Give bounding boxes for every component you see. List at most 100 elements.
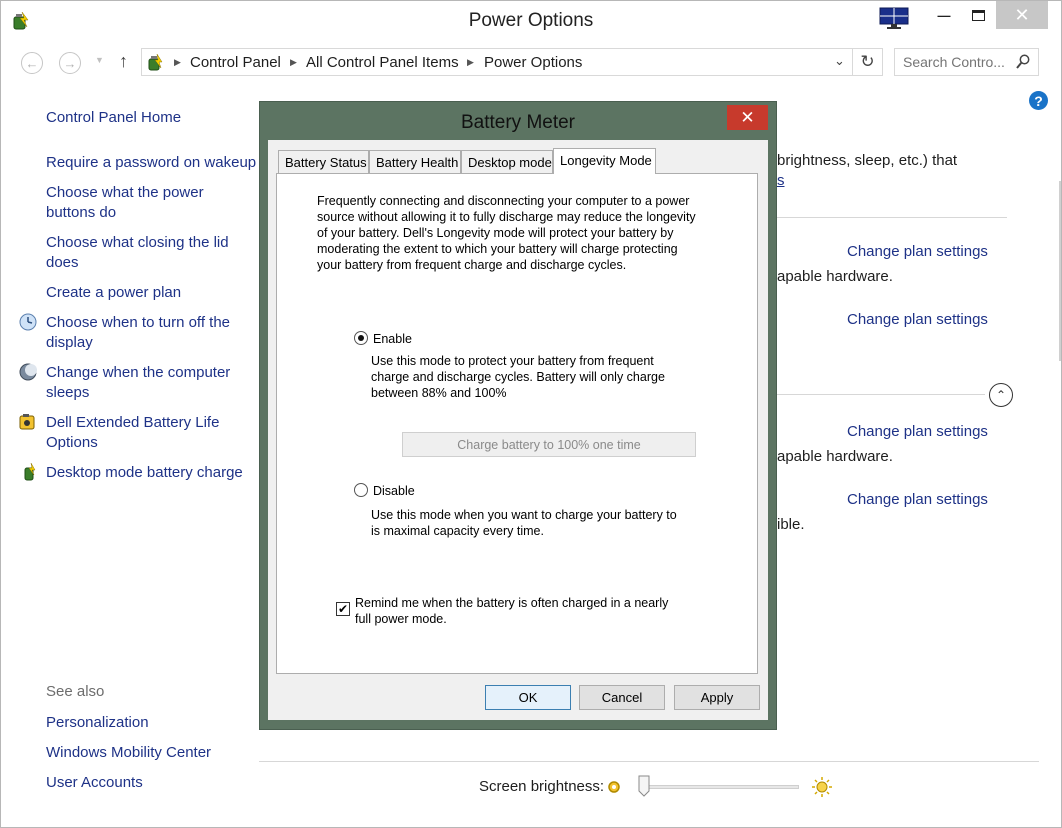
chevron-up-icon: ⌃ — [995, 388, 1007, 402]
description-line: Frequently connecting and disconnecting … — [317, 194, 690, 208]
control-panel-home-link[interactable]: Control Panel Home — [46, 108, 181, 128]
close-button[interactable]: ✕ — [996, 1, 1048, 29]
enable-desc-line: charge and discharge cycles. Battery wil… — [371, 370, 665, 384]
change-plan-settings-link[interactable]: Change plan settings — [847, 491, 988, 508]
plan-description-link[interactable]: s — [777, 172, 785, 189]
closing-lid-link[interactable]: Choose what closing the lid does — [46, 233, 246, 273]
up-button[interactable]: ↑ — [119, 51, 128, 72]
plan-hardware-text: apable hardware. — [777, 268, 893, 285]
tab-desktop-mode[interactable]: Desktop mode — [461, 150, 553, 173]
change-plan-settings-link[interactable]: Change plan settings — [847, 243, 988, 260]
enable-description: Use this mode to protect your battery fr… — [371, 353, 665, 401]
display-timer-icon — [19, 313, 37, 331]
see-also-heading: See also — [46, 683, 105, 700]
breadcrumb-control-panel[interactable]: Control Panel — [190, 54, 281, 71]
disable-desc-line: Use this mode when you want to charge yo… — [371, 508, 677, 522]
control-panel-icon — [148, 53, 163, 71]
checkmark-icon: ✔ — [337, 602, 349, 616]
dell-extended-battery-link[interactable]: Dell Extended Battery Life Options — [46, 413, 246, 453]
enable-label[interactable]: Enable — [373, 331, 412, 347]
change-plan-settings-link[interactable]: Change plan settings — [847, 423, 988, 440]
dell-battery-icon — [19, 414, 35, 430]
longevity-description: Frequently connecting and disconnecting … — [317, 193, 696, 273]
brightness-slider-track[interactable] — [641, 785, 799, 789]
tab-battery-health[interactable]: Battery Health — [369, 150, 461, 173]
minimize-icon: — — [937, 7, 951, 23]
collapse-section-button[interactable]: ⌃ — [989, 383, 1013, 407]
maximize-icon — [971, 9, 985, 21]
breadcrumb-separator-icon[interactable]: ▶ — [174, 57, 181, 68]
refresh-icon: ↻ — [860, 52, 875, 71]
battery-meter-dialog: Battery Meter ✕ Battery Status Battery H… — [260, 102, 776, 729]
remind-checkbox[interactable]: ✔ — [336, 602, 350, 616]
forward-button[interactable]: → — [59, 52, 81, 74]
dialog-body: Battery Status Battery Health Desktop mo… — [268, 140, 768, 720]
create-power-plan-link[interactable]: Create a power plan — [46, 283, 181, 303]
change-plan-settings-link[interactable]: Change plan settings — [847, 311, 988, 328]
dim-brightness-icon — [608, 781, 620, 793]
disable-description: Use this mode when you want to charge yo… — [371, 507, 677, 539]
divider — [777, 217, 1007, 218]
enable-radio[interactable] — [354, 331, 368, 345]
disable-label[interactable]: Disable — [373, 483, 415, 499]
search-box[interactable] — [894, 48, 1039, 76]
remind-line: Remind me when the battery is often char… — [355, 596, 669, 610]
help-icon[interactable]: ? — [1029, 91, 1048, 110]
close-icon: ✕ — [740, 107, 755, 127]
recent-locations-button[interactable]: ▼ — [95, 55, 104, 65]
tab-battery-status[interactable]: Battery Status — [278, 150, 369, 173]
back-arrow-icon: ← — [25, 55, 39, 71]
breadcrumb-power-options[interactable]: Power Options — [484, 54, 582, 71]
dialog-close-button[interactable]: ✕ — [727, 105, 768, 130]
bright-sun-icon — [812, 777, 832, 797]
close-icon: ✕ — [1014, 4, 1030, 25]
description-line: source without allowing it to fully disc… — [317, 210, 696, 224]
brightness-slider-thumb[interactable] — [638, 775, 650, 797]
apply-button[interactable]: Apply — [674, 685, 760, 710]
search-icon[interactable] — [1016, 54, 1030, 70]
cancel-button[interactable]: Cancel — [579, 685, 665, 710]
divider — [777, 394, 985, 395]
disable-radio[interactable] — [354, 483, 368, 497]
computer-sleeps-link[interactable]: Change when the computer sleeps — [46, 363, 246, 403]
user-accounts-link[interactable]: User Accounts — [46, 773, 143, 793]
turn-off-display-link[interactable]: Choose when to turn off the display — [46, 313, 246, 353]
enable-desc-line: Use this mode to protect your battery fr… — [371, 354, 654, 368]
ok-button[interactable]: OK — [485, 685, 571, 710]
maximize-button[interactable] — [963, 1, 993, 29]
longevity-mode-panel: Frequently connecting and disconnecting … — [276, 173, 758, 674]
enable-desc-line: between 88% and 100% — [371, 386, 507, 400]
address-dropdown-icon[interactable]: ⌄ — [834, 53, 845, 69]
breadcrumb-separator-icon[interactable]: ▶ — [290, 57, 297, 68]
refresh-button[interactable]: ↻ — [853, 48, 883, 76]
description-line: of your battery. Dell's Longevity mode w… — [317, 226, 674, 240]
back-button[interactable]: ← — [21, 52, 43, 74]
power-buttons-link[interactable]: Choose what the power buttons do — [46, 183, 216, 223]
sleep-moon-icon — [19, 363, 37, 381]
address-bar[interactable]: ▶ Control Panel ▶ All Control Panel Item… — [141, 48, 853, 76]
remind-label[interactable]: Remind me when the battery is often char… — [355, 595, 668, 627]
search-input[interactable] — [903, 54, 1015, 70]
tab-longevity-mode[interactable]: Longevity Mode — [553, 148, 656, 174]
breadcrumb-all-items[interactable]: All Control Panel Items — [306, 54, 459, 71]
radio-selected-indicator — [358, 335, 364, 341]
dialog-title: Battery Meter — [460, 112, 576, 133]
forward-arrow-icon: → — [63, 55, 77, 71]
screen-brightness-label: Screen brightness: — [479, 778, 605, 795]
charge-to-full-button[interactable]: Charge battery to 100% one time — [402, 432, 696, 457]
bottom-divider — [259, 761, 1039, 762]
disable-desc-line: is maximal capacity every time. — [371, 524, 544, 538]
desktop-battery-icon — [24, 462, 36, 481]
description-line: moderating the extent to which your batt… — [317, 242, 678, 256]
up-arrow-icon: ↑ — [119, 51, 128, 71]
personalization-link[interactable]: Personalization — [46, 713, 149, 733]
multi-monitor-icon[interactable] — [879, 7, 909, 29]
desktop-mode-battery-link[interactable]: Desktop mode battery charge — [46, 463, 243, 483]
plan-visible-text: ible. — [777, 516, 805, 533]
require-password-link[interactable]: Require a password on wakeup — [46, 153, 256, 173]
minimize-button[interactable]: — — [931, 1, 957, 29]
description-line: your battery from frequent charge and di… — [317, 258, 627, 272]
mobility-center-link[interactable]: Windows Mobility Center — [46, 743, 211, 763]
power-options-window: Power Options — ✕ ← → ▼ ↑ ▶ Control Pane… — [0, 0, 1062, 828]
breadcrumb-separator-icon[interactable]: ▶ — [467, 57, 474, 68]
